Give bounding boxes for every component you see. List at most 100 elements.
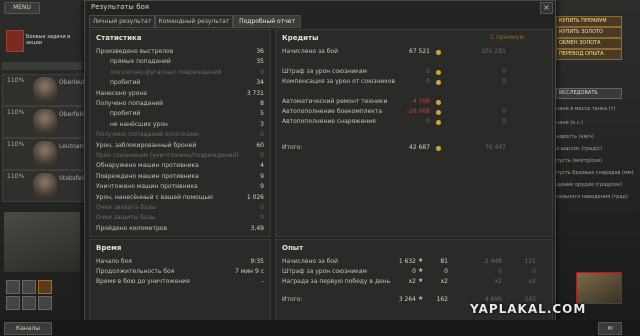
consumable-slot[interactable] [22,296,36,310]
convert-xp-button[interactable]: ПЕРЕВОД ОПЫТА [556,49,622,60]
consumable-slot[interactable] [6,296,20,310]
credit-label: Начислено за бой [282,48,339,55]
stat-value: 4 [260,162,264,170]
stat-value: 36 [256,48,264,55]
crew-card[interactable]: 110% Stabsfeldw [2,170,92,202]
exchange-gold-button[interactable]: ОБМЕН ЗОЛОТА [556,38,622,49]
stat-label: прямых попаданий [110,58,171,66]
crew-card[interactable]: 110% Oberleutn [2,74,89,106]
stat-value: 9 [260,183,264,191]
daily-tasks-icon[interactable] [6,30,24,52]
stat-value: 0 [260,68,264,76]
credits-total-label: Итого: [282,144,303,151]
time-value: 7 мин 9 с [234,268,264,275]
spec-line: щение орудия (град/сек) [556,182,623,188]
experience-total: 3 264 [398,296,416,303]
credits-section: Кредиты С премиум Начислено за бой 67 521… [275,29,553,237]
stat-label: Урон, нанесённый с вашей помощью [96,193,213,201]
stat-value: 35 [256,58,264,66]
spec-line: пусть (мм/тр/сек) [556,158,603,164]
premium-column-header: С премиум [490,34,525,41]
xp-premium-free-value: 0 [532,268,536,275]
credit-value: 0 [426,118,430,125]
stat-value: 3,49 [250,224,264,232]
research-button[interactable]: ИССЛЕДОВАТЬ [556,88,622,99]
chat-button[interactable]: ✉ [598,322,622,335]
buy-premium-button[interactable]: КУПИТЬ ПРЕМИУМ [556,16,622,27]
credits-icon [436,80,441,85]
xp-value: x2 [408,278,416,285]
close-button[interactable]: × [540,2,553,14]
credit-label: Компенсация за урон от союзников [282,78,396,85]
credits-total-premium: 76 447 [485,144,506,151]
spec-line: пусть базовых снарядов (мм) [556,170,634,176]
channels-button[interactable]: Каналы [4,322,52,335]
crew-card[interactable]: 110% Leutnant [2,138,86,170]
crew-card[interactable]: 110% Oberfeldw [2,106,90,138]
tab-team[interactable]: Командный результат [155,15,233,28]
stat-value: 3 [260,120,264,128]
time-label: Продолжительность боя [96,268,175,275]
stat-value: 0 [260,131,264,139]
consumable-slot[interactable] [38,296,52,310]
stat-label: Урон союзникам (уничтожено/повреждений) [96,152,239,159]
statistics-section: Статистика Произведено выстрелов 36 прямых… [89,29,271,237]
stat-value: 1 026 [246,193,264,201]
xp-label: Штраф за урон союзникам [282,268,367,275]
buy-gold-button[interactable]: КУПИТЬ ЗОЛОТО [556,27,622,38]
credit-premium-value: 0 [502,78,506,85]
crew-portrait [33,173,57,199]
consumables-grid [4,278,80,314]
credits-icon [436,110,441,115]
spec-line: наня (к.с.) [556,120,584,126]
tab-detailed[interactable]: Подробный отчет [233,15,301,28]
experience-total-label: Итого: [282,296,303,303]
stat-label: Очки захвата базы [96,204,156,211]
stat-value: 9 [260,172,264,180]
credit-premium-value: 0 [502,108,506,115]
stat-value: 0 [260,214,264,222]
daily-tasks-label[interactable]: Боевые задачи и акции [26,34,76,46]
crew-portrait [33,141,57,167]
credits-icon [436,146,441,151]
stat-value: 0 [260,152,264,159]
stat-label: пробитий [110,110,141,118]
credit-value: -4 766 [410,98,430,105]
spec-line: а шассис (град/с) [556,146,603,152]
crew-percent: 110% [7,141,25,148]
consumable-slot[interactable] [6,280,20,294]
credit-premium-value: 101 281 [481,48,506,55]
credits-icon [436,100,441,105]
stat-label: пробитий [110,79,141,87]
time-value: 9:35 [250,258,264,265]
stat-value: 34 [256,79,264,87]
battle-results-dialog: Результаты боя × Личный результат Команд… [84,0,556,324]
spec-line: тального наведения (град) [556,194,628,200]
credit-value: -20 068 [406,108,430,115]
time-value: - [261,278,264,285]
xp-premium-free-value: 121 [524,258,536,265]
stat-value: 5 [260,110,264,118]
stat-label: Произведено выстрелов [96,48,174,55]
shell-slot[interactable] [38,280,52,294]
credit-label: Штраф за урон союзникам [282,68,367,75]
stat-label: Обнаружено машин противника [96,162,199,170]
crew-name: Leutnant [59,143,86,150]
credits-header: Кредиты [282,34,319,42]
stat-value: 0 [260,204,264,211]
stat-label: Повреждено машин противника [96,172,199,180]
statistics-header: Статистика [96,34,142,42]
credit-label: Автопополнение боекомплекта [282,108,382,115]
xp-premium-free-value: x2 [528,278,536,285]
credits-icon [436,70,441,75]
credits-icon [436,120,441,125]
time-header: Время [96,244,122,252]
tank-carousel-thumbnail[interactable] [576,272,622,304]
xp-premium-value: x2 [494,278,502,285]
menu-button[interactable]: MENU [4,2,40,14]
consumable-slot[interactable] [22,280,36,294]
time-label: Время в бою до уничтожения [96,278,190,285]
tab-personal[interactable]: Личный результат [89,15,155,28]
crew-header [2,62,82,70]
credit-label: Автоматический ремонт техники [282,98,388,105]
